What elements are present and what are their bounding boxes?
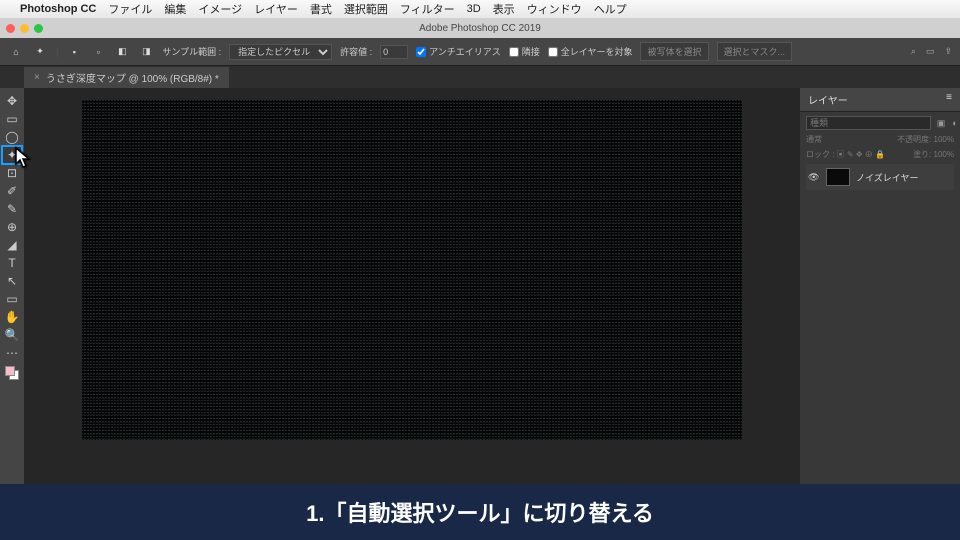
layer-search[interactable] xyxy=(806,116,931,130)
panel-menu-icon[interactable]: ≡ xyxy=(946,92,952,107)
new-selection-icon[interactable]: ▪ xyxy=(66,44,82,60)
menu-select[interactable]: 選択範囲 xyxy=(344,1,388,17)
menu-edit[interactable]: 編集 xyxy=(164,1,186,17)
close-icon[interactable] xyxy=(6,24,15,33)
path-tool[interactable]: ↖ xyxy=(2,272,22,290)
window-titlebar: Adobe Photoshop CC 2019 xyxy=(0,18,960,38)
menu-file[interactable]: ファイル xyxy=(108,1,152,17)
intersect-selection-icon[interactable]: ◨ xyxy=(138,44,154,60)
workspace-icon[interactable]: ▭ xyxy=(926,46,935,57)
add-selection-icon[interactable]: ▫ xyxy=(90,44,106,60)
toolbox: ✥ ▭ ◯ ✦ ⊡ ✐ ✎ ⊕ ◢ T ↖ ▭ ✋ 🔍 ⋯ xyxy=(0,88,24,504)
menu-type[interactable]: 書式 xyxy=(310,1,332,17)
doc-tab-label: うさぎ深度マップ @ 100% (RGB/8#) * xyxy=(46,70,219,85)
eyedropper-tool[interactable]: ✐ xyxy=(2,182,22,200)
sample-select[interactable]: 指定したピクセル xyxy=(229,44,332,60)
sample-label: サンプル範囲 : xyxy=(162,45,221,58)
menu-image[interactable]: イメージ xyxy=(198,1,242,17)
all-layers-check[interactable]: 全レイヤーを対象 xyxy=(548,45,633,58)
visibility-icon[interactable]: 👁 xyxy=(808,172,820,183)
doc-tab[interactable]: × うさぎ深度マップ @ 100% (RGB/8#) * xyxy=(24,67,229,88)
home-icon[interactable]: ⌂ xyxy=(8,44,24,60)
options-bar: ⌂ ✦ | ▪ ▫ ◧ ◨ サンプル範囲 : 指定したピクセル 許容値 : アン… xyxy=(0,38,960,66)
antialias-check[interactable]: アンチエイリアス xyxy=(416,45,501,58)
filter-image-icon: ▣ xyxy=(935,118,947,129)
contiguous-check[interactable]: 隣接 xyxy=(509,45,540,58)
wand-tool-icon[interactable]: ✦ xyxy=(32,44,48,60)
layer-item[interactable]: 👁 ノイズレイヤー xyxy=(806,164,954,190)
move-tool[interactable]: ✥ xyxy=(2,92,22,110)
select-subject-button[interactable]: 被写体を選択 xyxy=(640,42,708,61)
menu-view[interactable]: 表示 xyxy=(493,1,515,17)
document-tabs: × うさぎ深度マップ @ 100% (RGB/8#) * xyxy=(0,66,960,88)
marquee-tool[interactable]: ▭ xyxy=(2,110,22,128)
menu-help[interactable]: ヘルプ xyxy=(594,1,627,17)
layer-thumbnail[interactable] xyxy=(826,168,850,186)
maximize-icon[interactable] xyxy=(34,24,43,33)
canvas[interactable] xyxy=(82,100,742,440)
fill-value[interactable]: 100% xyxy=(934,150,954,159)
layer-name[interactable]: ノイズレイヤー xyxy=(856,171,918,184)
subtract-selection-icon[interactable]: ◧ xyxy=(114,44,130,60)
magic-wand-tool[interactable]: ✦ xyxy=(2,146,22,164)
opacity-value[interactable]: 100% xyxy=(934,135,954,144)
menu-filter[interactable]: フィルター xyxy=(400,1,455,17)
blend-mode[interactable]: 通常 xyxy=(806,134,822,145)
mac-menubar[interactable]: Photoshop CC ファイル 編集 イメージ レイヤー 書式 選択範囲 フ… xyxy=(0,0,960,18)
layer-filter-icons[interactable]: ▣◐T▭◈ xyxy=(935,118,960,129)
filter-adjust-icon: ◐ xyxy=(949,118,960,129)
more-tools[interactable]: ⋯ xyxy=(2,344,22,362)
color-swatch[interactable] xyxy=(2,362,22,384)
select-mask-button[interactable]: 選択とマスク... xyxy=(717,42,793,61)
window-title: Adobe Photoshop CC 2019 xyxy=(419,23,541,34)
clone-tool[interactable]: ⊕ xyxy=(2,218,22,236)
lasso-tool[interactable]: ◯ xyxy=(2,128,22,146)
app-name[interactable]: Photoshop CC xyxy=(20,3,96,15)
noise-layer-content xyxy=(82,100,742,440)
tutorial-caption: 1.「自動選択ツール」に切り替える xyxy=(0,484,960,540)
menu-window[interactable]: ウィンドウ xyxy=(527,1,582,17)
layers-panel-tab[interactable]: レイヤー ≡ xyxy=(800,88,960,112)
crop-tool[interactable]: ⊡ xyxy=(2,164,22,182)
close-tab-icon[interactable]: × xyxy=(34,72,40,83)
brush-tool[interactable]: ✎ xyxy=(2,200,22,218)
type-tool[interactable]: T xyxy=(2,254,22,272)
traffic-lights[interactable] xyxy=(6,24,43,33)
panels: レイヤー ≡ ▣◐T▭◈ 通常 不透明度: 100% ロック : ▣ ✎ ✥ ⊕… xyxy=(800,88,960,504)
minimize-icon[interactable] xyxy=(20,24,29,33)
tolerance-input[interactable] xyxy=(380,45,408,59)
shape-tool[interactable]: ▭ xyxy=(2,290,22,308)
zoom-tool[interactable]: 🔍 xyxy=(2,326,22,344)
eraser-tool[interactable]: ◢ xyxy=(2,236,22,254)
share-icon[interactable]: ⇪ xyxy=(944,46,952,57)
hand-tool[interactable]: ✋ xyxy=(2,308,22,326)
menu-3d[interactable]: 3D xyxy=(467,3,481,15)
search-icon[interactable]: ⌕ xyxy=(911,46,916,57)
tolerance-label: 許容値 : xyxy=(340,45,372,58)
canvas-area xyxy=(24,88,800,504)
menu-layer[interactable]: レイヤー xyxy=(254,1,298,17)
